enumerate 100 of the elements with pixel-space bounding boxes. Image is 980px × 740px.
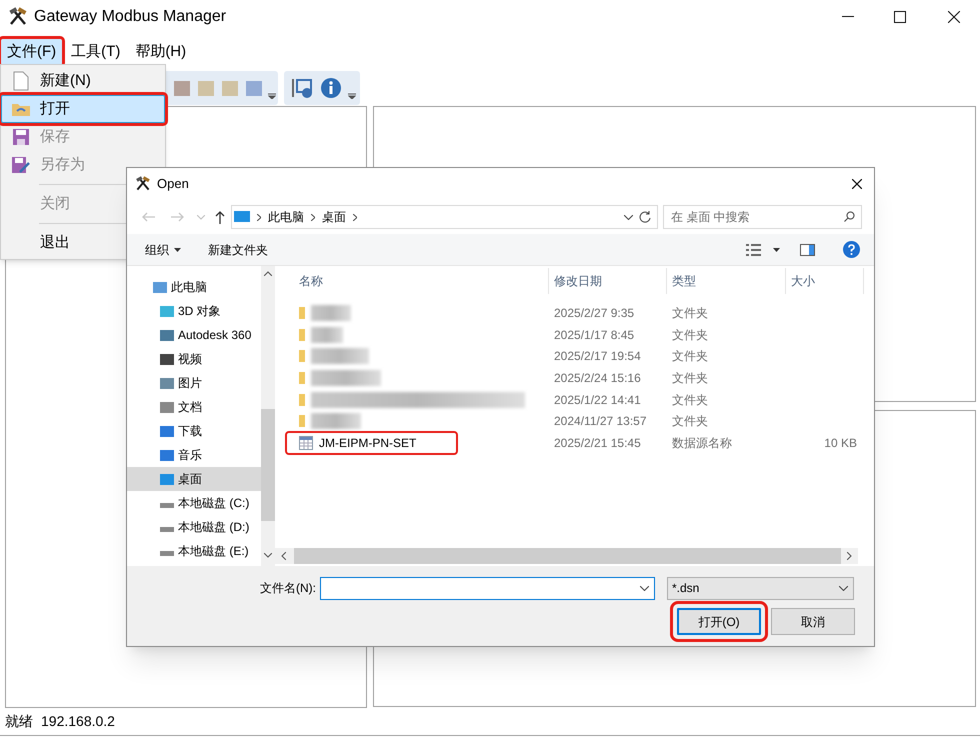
nav-item[interactable]: 文档 [127,395,261,419]
monitor-icon [234,211,250,223]
chevron-down-icon[interactable] [624,214,633,220]
nav-label: 图片 [178,375,202,392]
close-icon[interactable] [852,179,862,189]
date-cell: 2024/11/27 13:57 [554,414,647,428]
date-cell: 2025/2/24 15:16 [554,370,641,385]
minimize-icon[interactable] [842,16,854,18]
nav-label: 下载 [178,423,202,440]
refresh-icon[interactable] [639,211,651,223]
type-cell: 文件夹 [672,328,708,342]
blurred-name [311,370,381,386]
info-icon[interactable] [320,77,342,99]
column-header[interactable]: 类型 [672,272,696,290]
nav-item[interactable]: 视频 [127,347,261,371]
type-cell: 文件夹 [672,370,708,385]
nav-label: 文档 [178,399,202,416]
search-icon [844,211,855,222]
size-cell: 10 KB [824,436,857,450]
date-cell: 2025/2/21 15:45 [554,436,641,450]
toolbar-button[interactable]: 新建文件夹 [208,240,268,258]
nav-item[interactable]: 本地磁盘 (E:) [127,539,261,563]
drive-icon [160,551,174,556]
table-file-icon [299,436,313,450]
blurred-name [311,326,343,343]
breadcrumb-item[interactable]: 此电脑 [268,208,304,226]
column-header[interactable]: 修改日期 [554,272,602,290]
scroll-left-icon[interactable] [281,552,286,560]
drive-icon [160,527,174,532]
drive-icon [160,503,174,508]
type-cell: 文件夹 [672,392,708,407]
nav-item[interactable]: 音乐 [127,443,261,467]
preview-pane-icon[interactable] [800,244,815,256]
menu-item[interactable]: 帮助(H) [129,39,192,65]
caret-icon[interactable] [773,248,780,252]
nav-label: 本地磁盘 (E:) [178,543,249,560]
scroll-right-icon[interactable] [847,552,852,560]
nav-label: 音乐 [178,447,202,464]
nav-item[interactable]: 下载 [127,419,261,443]
blurred-name [311,413,361,430]
chevron-right-icon [311,214,315,220]
menu-item[interactable]: 文件(F) [1,39,62,65]
tools-icon [135,176,151,192]
floppy-pencil-icon [12,157,30,173]
scrollbar[interactable] [275,548,858,564]
nav-label: 本地磁盘 (C:) [178,495,250,512]
breadcrumb-item[interactable]: 桌面 [322,208,346,226]
close-icon[interactable] [948,11,960,23]
scroll-down-icon[interactable] [264,553,272,558]
type-cell: 数据源名称 [672,436,732,450]
maximize-icon[interactable] [894,11,906,23]
nav-item[interactable]: Autodesk 360 [127,323,261,347]
caret-icon[interactable] [348,91,356,99]
caret-icon [174,248,181,252]
menu-item[interactable]: 工具(T) [65,39,126,65]
page-icon [13,71,29,91]
nav-label: 此电脑 [171,279,207,296]
nav-item[interactable]: 图片 [127,371,261,395]
nav-label: 3D 对象 [178,303,221,320]
chevron-right-icon [257,214,261,220]
caret-icon[interactable] [268,91,276,99]
chevron-down-icon[interactable] [640,586,649,590]
nav-item[interactable]: 桌面 [127,467,261,491]
scrollbar[interactable] [261,266,275,566]
nav-item[interactable]: 此电脑 [127,275,261,299]
field-label: 文件名(N): [260,580,316,597]
file-name[interactable]: JM-EIPM-PN-SET [319,434,416,452]
type-cell: 文件夹 [672,306,708,320]
menu-item[interactable]: 打开 [1,95,165,123]
blurred-name [311,348,369,364]
scroll-up-icon[interactable] [264,271,272,276]
nav-item[interactable]: 本地磁盘 (D:) [127,515,261,539]
date-cell: 2025/2/27 9:35 [554,306,634,320]
help-icon[interactable] [843,241,860,258]
date-cell: 2025/2/17 19:54 [554,349,641,364]
dialog-button[interactable]: 取消 [771,608,855,635]
column-header[interactable]: 名称 [299,272,323,290]
nav-item[interactable]: 3D 对象 [127,299,261,323]
search-field[interactable]: 在 桌面 中搜索 [663,205,862,229]
date-cell: 2025/1/17 8:45 [554,328,634,342]
file-name-field[interactable] [320,576,655,600]
type-cell: 文件夹 [672,349,708,364]
view-list-icon[interactable] [746,244,761,256]
menu-item[interactable]: 新建(N) [1,67,165,95]
chevron-right-icon [353,214,357,220]
nav-label: Autodesk 360 [178,327,252,344]
help-list-icon[interactable] [292,77,314,99]
chevron-down-icon[interactable] [839,586,848,590]
filter-dropdown[interactable]: *.dsn [667,576,854,600]
up-arrow-icon[interactable] [215,210,225,224]
toolbar-button[interactable]: 组织 [145,240,181,258]
date-cell: 2025/1/22 14:41 [554,392,641,407]
status-text: 192.168.0.2 [41,712,115,731]
status-text: 就绪 [5,712,33,731]
column-header[interactable]: 大小 [791,272,815,290]
address-bar[interactable]: 此电脑 桌面 [231,205,658,229]
nav-label: 本地磁盘 (D:) [178,519,250,536]
nav-label: 视频 [178,351,202,368]
nav-item[interactable]: 本地磁盘 (C:) [127,491,261,515]
type-cell: 文件夹 [672,414,708,428]
